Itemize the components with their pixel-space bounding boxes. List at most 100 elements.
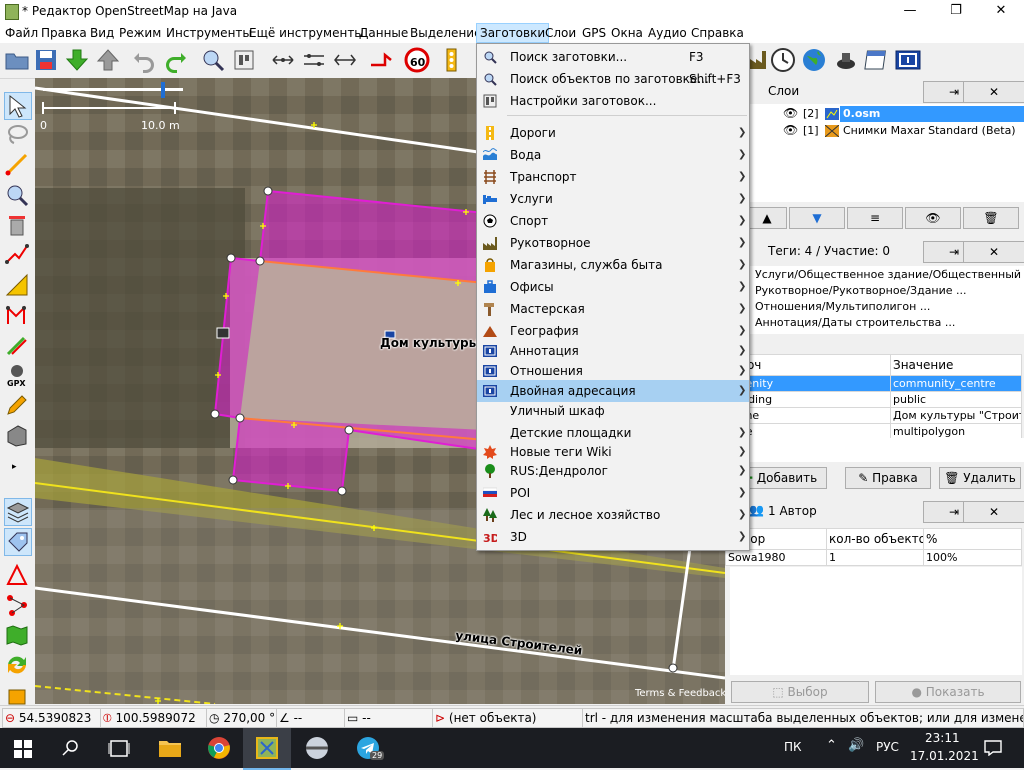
way-node[interactable] xyxy=(235,413,245,423)
extrude-icon[interactable] xyxy=(4,332,30,358)
globe-app-icon[interactable] xyxy=(305,736,329,760)
author-name[interactable]: Sowa1980 xyxy=(725,549,827,566)
menu-item-sport[interactable]: Спорт ❯ xyxy=(477,210,749,232)
move-layer-up-button[interactable]: ▲ xyxy=(747,207,787,229)
volume-icon[interactable]: 🔊 xyxy=(848,738,864,753)
arrow-split-icon[interactable] xyxy=(368,47,394,73)
menu-windows[interactable]: Окна xyxy=(608,23,646,43)
relation-toolbar-icon[interactable] xyxy=(895,47,921,73)
way-node[interactable] xyxy=(337,486,347,496)
delete-layer-button[interactable]: 🗑 xyxy=(963,207,1019,229)
toggle-visibility-button[interactable]: 👁 xyxy=(905,207,961,229)
menu-mode[interactable]: Режим xyxy=(116,23,164,43)
notifications-icon[interactable] xyxy=(984,740,1002,756)
preset-link[interactable]: Отношения/Мультиполигон ... xyxy=(755,300,930,313)
authors-panel-close-button[interactable]: ✕ xyxy=(963,501,1024,523)
menu-item-relations[interactable]: Отношения ❯ xyxy=(477,360,749,382)
select-mode-icon[interactable] xyxy=(4,92,32,120)
validator-icon[interactable] xyxy=(4,562,30,588)
menu-file[interactable]: Файл xyxy=(2,23,41,43)
way-node[interactable] xyxy=(226,253,236,263)
layer-row-imagery[interactable]: 👁 [1] Снимки Maxar Standard (Beta) xyxy=(725,123,1024,139)
zoom-icon[interactable] xyxy=(200,47,226,73)
map-attribution[interactable]: Terms & Feedback xyxy=(635,688,725,699)
layer-name[interactable]: 0.osm xyxy=(840,106,1024,122)
tag-key[interactable]: amenity xyxy=(725,375,891,392)
menu-layers[interactable]: Слои xyxy=(542,23,579,43)
measure-angle-icon[interactable] xyxy=(4,272,30,298)
menu-item-roads[interactable]: Дороги ❯ xyxy=(477,122,749,144)
show-info-button[interactable]: ● Показать информацию xyxy=(875,681,1021,719)
map-toggle-icon[interactable] xyxy=(4,622,30,648)
split-way-icon[interactable] xyxy=(332,47,358,73)
menu-item-craft[interactable]: Мастерская ❯ xyxy=(477,298,749,320)
clock-date[interactable]: 17.01.2021 xyxy=(910,749,979,763)
menu-edit[interactable]: Правка xyxy=(38,23,90,43)
menu-item-forestry[interactable]: Лес и лесное хозяйство ❯ xyxy=(477,504,749,526)
task-view-icon[interactable] xyxy=(108,740,130,757)
maximize-button[interactable]: ❐ xyxy=(933,0,979,23)
edit-tag-button[interactable]: ✎ Правка xyxy=(845,467,931,489)
file-explorer-icon[interactable] xyxy=(158,738,182,758)
input-lang-indicator[interactable]: РУС xyxy=(876,740,899,754)
menu-item-transport[interactable]: Транспорт ❯ xyxy=(477,166,749,188)
windows-start-icon[interactable] xyxy=(14,740,32,758)
tag-value[interactable]: public xyxy=(890,391,1022,408)
menu-tools[interactable]: Инструменты xyxy=(163,23,255,43)
table-row[interactable]: Sowa1980 1 100% xyxy=(725,549,1022,566)
calendar-icon[interactable] xyxy=(864,47,890,73)
menu-data[interactable]: Данные xyxy=(356,23,411,43)
tags-panel-close-button[interactable]: ✕ xyxy=(963,241,1024,263)
authors-col-count[interactable]: кол-во объектов xyxy=(826,528,924,550)
menu-item-geography[interactable]: География ❯ xyxy=(477,320,749,342)
way-node[interactable] xyxy=(228,475,238,485)
scale-bar-blue-marker[interactable] xyxy=(161,82,165,98)
improve-way-icon[interactable] xyxy=(4,302,30,328)
table-row[interactable]: nameДом культуры "Строител xyxy=(725,407,1022,424)
menu-audio[interactable]: Аудио xyxy=(645,23,690,43)
merge-layer-button[interactable]: ≡ xyxy=(847,207,903,229)
menu-item-shops[interactable]: Магазины, служба быта ❯ xyxy=(477,254,749,276)
layer-name[interactable]: Снимки Maxar Standard (Beta) xyxy=(843,124,1016,137)
tag-key[interactable]: building xyxy=(725,391,891,408)
delete-mode-icon[interactable] xyxy=(4,212,30,238)
refresh-toggle-icon[interactable] xyxy=(4,652,30,678)
bench-icon[interactable] xyxy=(833,47,859,73)
menu-item-offices[interactable]: Офисы ❯ xyxy=(477,276,749,298)
preset-link[interactable]: Аннотация/Даты строительства ... xyxy=(755,316,955,329)
tag-toggle-icon[interactable] xyxy=(4,528,32,556)
align-horizontal-icon[interactable] xyxy=(270,47,296,73)
zoom-mode-icon[interactable] xyxy=(4,182,30,208)
traffic-signal-icon[interactable] xyxy=(438,47,464,73)
distribute-icon[interactable] xyxy=(301,47,327,73)
tag-value[interactable]: community_centre xyxy=(890,375,1022,392)
eye-icon[interactable]: 👁 xyxy=(783,123,798,137)
delete-tag-button[interactable]: 🗑 Удалить xyxy=(939,467,1021,489)
way-node[interactable] xyxy=(668,663,678,673)
save-icon[interactable] xyxy=(33,47,59,73)
way-node[interactable] xyxy=(263,186,273,196)
layer-row-osm[interactable]: 👁 [2] 0.osm xyxy=(725,106,1024,122)
keyboard-lang-indicator[interactable]: ПК xyxy=(784,740,802,754)
authors-col-percent[interactable]: % xyxy=(923,528,1022,550)
pencil-icon[interactable] xyxy=(4,392,30,418)
tags-col-value[interactable]: Значение xyxy=(890,354,1022,376)
menu-item-dendrologist[interactable]: RUS:Дендролог ❯ xyxy=(477,460,749,482)
lasso-mode-icon[interactable] xyxy=(4,122,30,148)
move-layer-down-button[interactable]: ▼ xyxy=(789,207,845,229)
relations-toggle-icon[interactable] xyxy=(4,592,30,618)
search-icon[interactable] xyxy=(62,739,80,757)
building-tool-icon[interactable] xyxy=(4,422,30,448)
menu-view[interactable]: Вид xyxy=(87,23,117,43)
preferences-icon[interactable] xyxy=(231,47,257,73)
menu-item-preset-settings[interactable]: Настройки заготовок... xyxy=(477,90,749,112)
select-authors-button[interactable]: ⬚ Выбор xyxy=(731,681,869,703)
menu-item-search-preset[interactable]: Поиск заготовки... F3 xyxy=(477,46,749,68)
globe-icon[interactable] xyxy=(801,47,827,73)
josm-task-active[interactable] xyxy=(243,728,291,770)
menu-item-annotation[interactable]: Аннотация ❯ xyxy=(477,340,749,362)
open-folder-icon[interactable] xyxy=(4,47,30,73)
more-tools-arrow-icon[interactable]: ▸ xyxy=(12,462,17,472)
close-button[interactable]: ✕ xyxy=(978,0,1024,23)
way-node[interactable] xyxy=(210,409,220,419)
